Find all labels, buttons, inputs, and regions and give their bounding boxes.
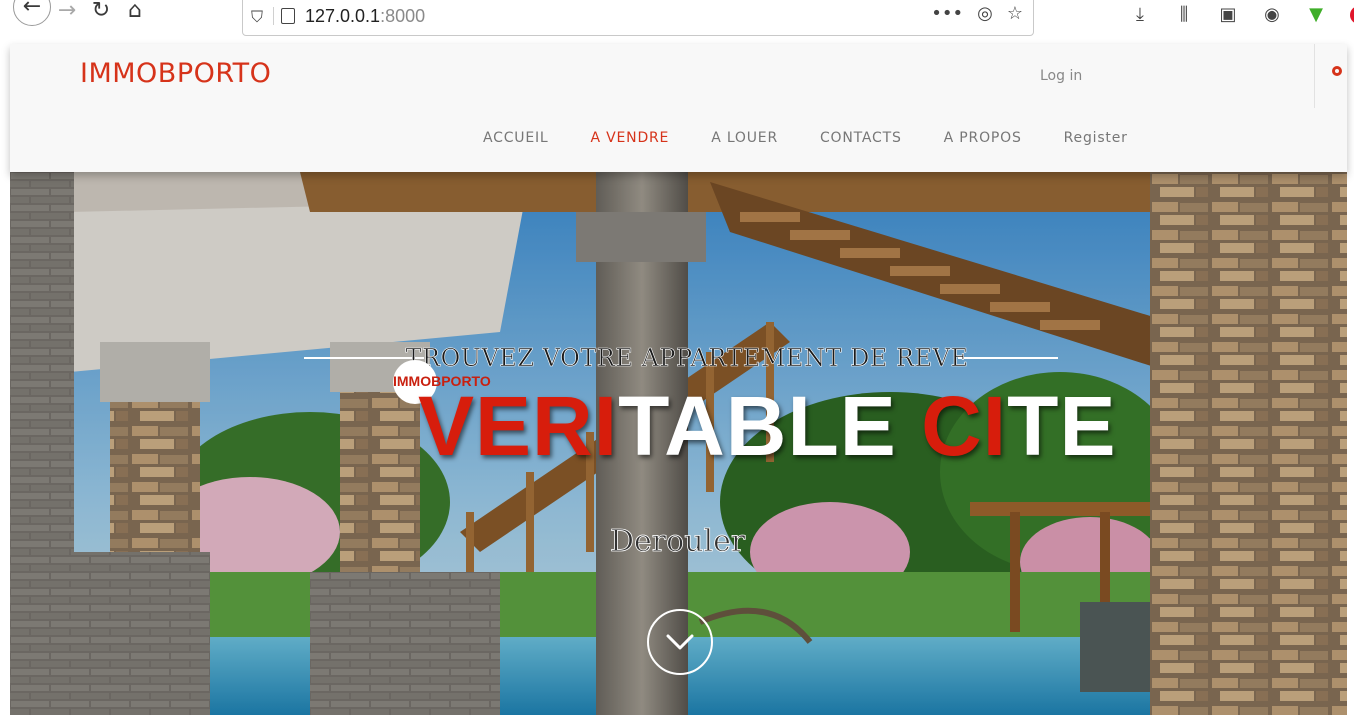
reload-icon[interactable]: ↻	[86, 0, 116, 26]
page-icon	[281, 8, 295, 24]
url-text[interactable]: 127.0.0.1:8000	[305, 6, 425, 27]
green-extension-icon[interactable]: ▼	[1306, 4, 1326, 25]
address-bar[interactable]: ⛉ 127.0.0.1:8000 ••• ◎ ☆	[242, 0, 1034, 36]
header-divider	[1314, 44, 1315, 108]
pinterest-icon[interactable]: p	[1350, 5, 1354, 24]
sidebar-icon[interactable]: ▣	[1218, 4, 1238, 25]
site-logo[interactable]: IMMOBPORTO	[80, 58, 271, 89]
browser-toolbar: ← → ↻ ⌂ ⛉ 127.0.0.1:8000 ••• ◎ ☆ ⤓ ⫼ ▣ ◉…	[0, 0, 1354, 40]
nav-item-a-louer[interactable]: A LOUER	[711, 130, 778, 146]
nav-item-accueil[interactable]: ACCUEIL	[483, 130, 549, 146]
extension-icon[interactable]: ◉	[1262, 4, 1282, 25]
site-header: IMMOBPORTO Log in ACCUEIL A VENDRE A LOU…	[10, 44, 1347, 172]
hero-title: VERITABLE CITE	[418, 378, 1116, 475]
title-part-ci: CI	[921, 379, 1008, 473]
chevron-down-icon	[666, 634, 694, 650]
title-part-veri: VERI	[418, 379, 619, 473]
shield-icon[interactable]: ⛉	[251, 7, 263, 27]
login-link[interactable]: Log in	[1040, 68, 1082, 84]
url-host: 127.0.0.1	[305, 6, 381, 26]
title-part-table: TABLE	[618, 379, 922, 473]
divider	[273, 7, 274, 25]
scroll-down-button[interactable]	[647, 609, 713, 675]
scroll-label: Derouler	[610, 524, 746, 560]
forward-arrow-icon[interactable]: →	[52, 0, 82, 26]
nav-item-register[interactable]: Register	[1064, 130, 1128, 146]
nav-item-contacts[interactable]: CONTACTS	[820, 130, 902, 146]
more-icon[interactable]: •••	[931, 3, 963, 24]
search-icon[interactable]	[1332, 66, 1347, 81]
download-icon[interactable]: ⤓	[1130, 4, 1150, 25]
back-arrow-icon[interactable]: ←	[13, 0, 51, 26]
hero-section: TROUVEZ VOTRE APPARTEMENT DE REVE IMMOBP…	[10, 172, 1347, 715]
url-port: :8000	[380, 6, 426, 26]
pocket-icon[interactable]: ◎	[977, 3, 993, 24]
title-part-te: TE	[1007, 379, 1117, 473]
main-nav: ACCUEIL A VENDRE A LOUER CONTACTS A PROP…	[483, 130, 1170, 146]
star-icon[interactable]: ☆	[1007, 3, 1023, 24]
home-icon[interactable]: ⌂	[120, 0, 150, 26]
library-icon[interactable]: ⫼	[1174, 4, 1194, 25]
nav-item-a-propos[interactable]: A PROPOS	[944, 130, 1022, 146]
hero-tagline: TROUVEZ VOTRE APPARTEMENT DE REVE	[405, 344, 969, 373]
nav-item-a-vendre[interactable]: A VENDRE	[591, 130, 670, 146]
